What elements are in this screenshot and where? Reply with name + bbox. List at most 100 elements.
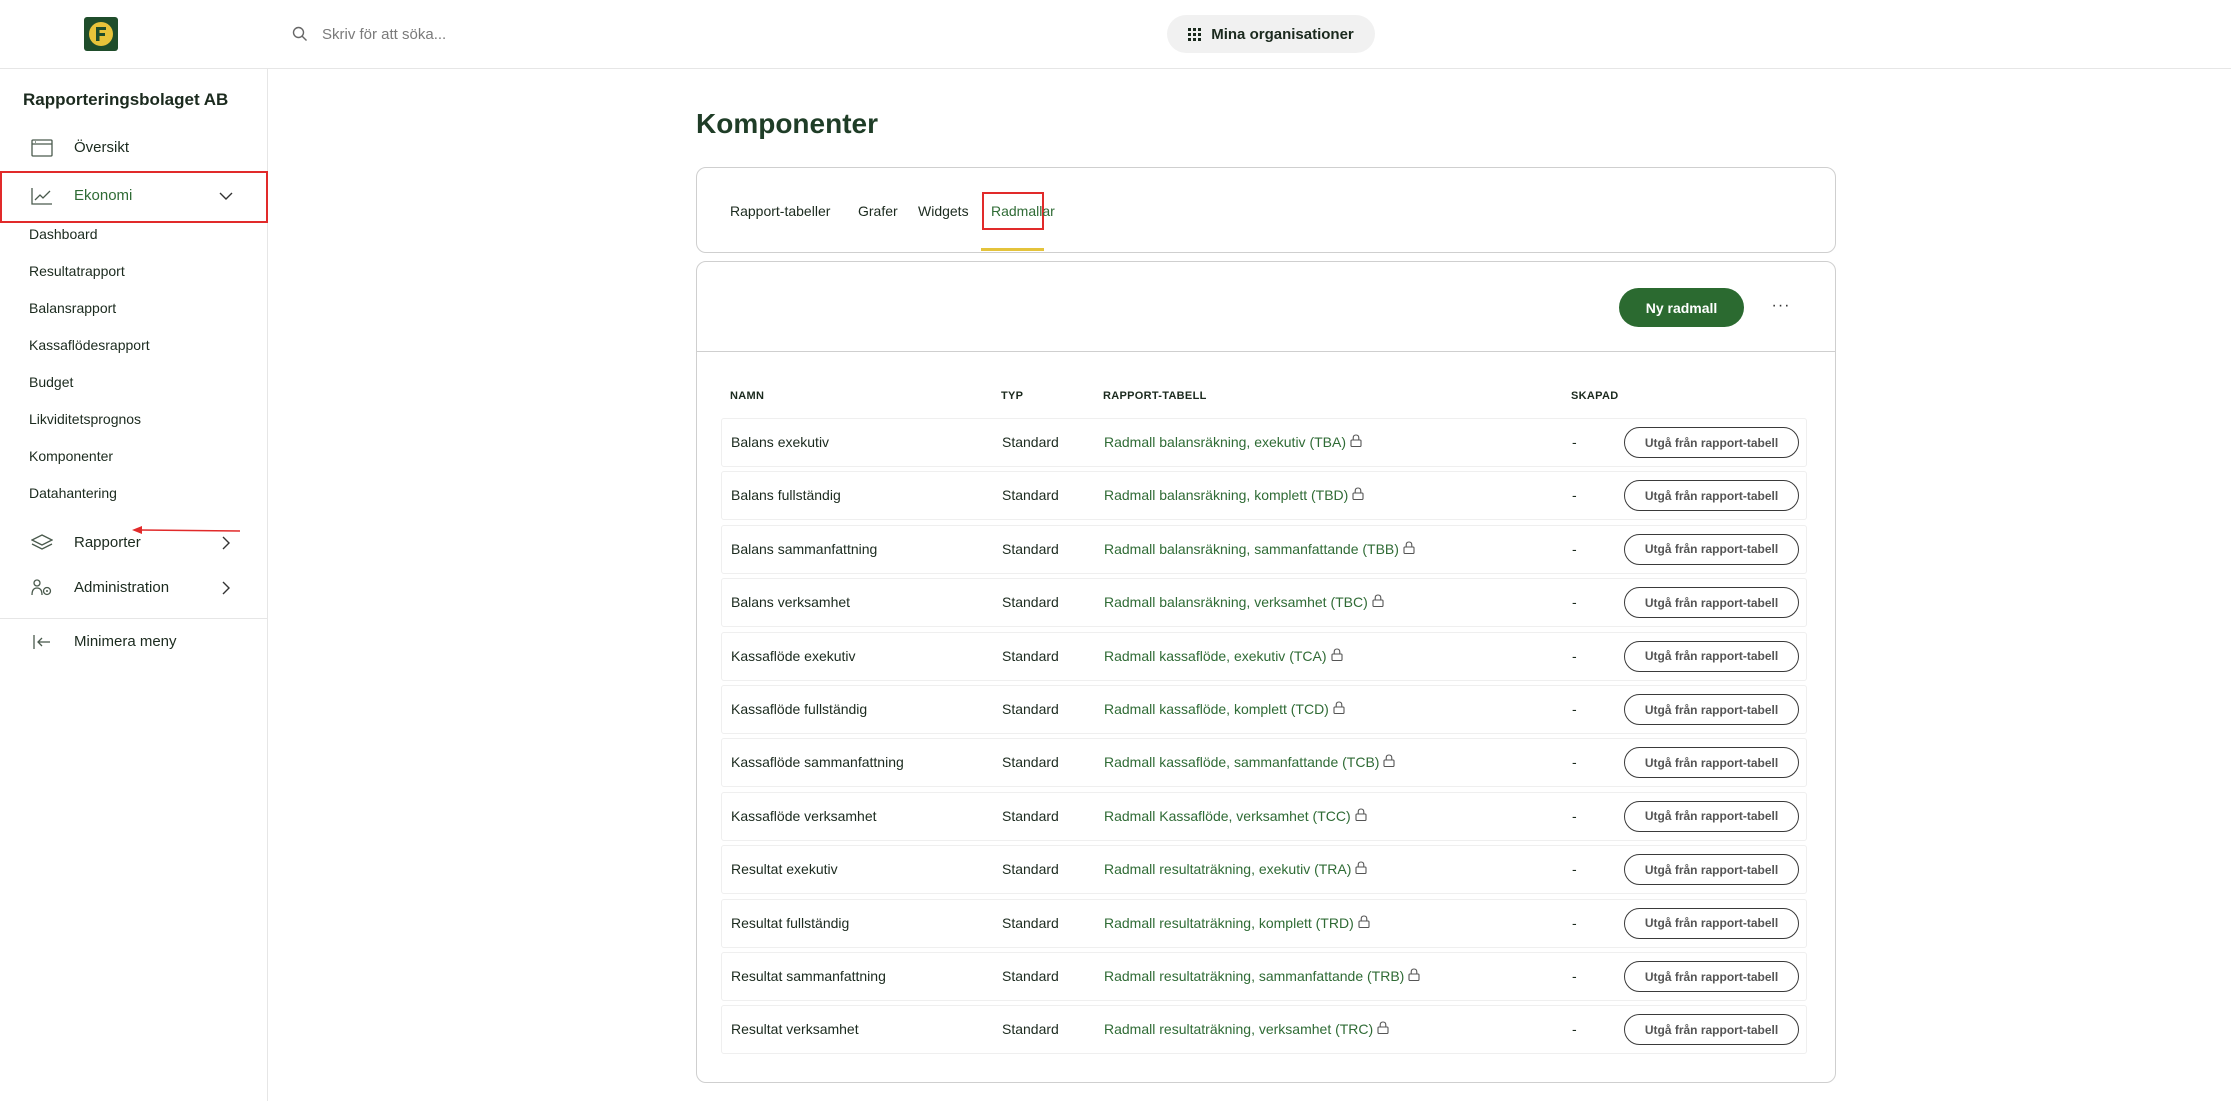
table-row[interactable]: Resultat sammanfattning Standard Radmall r…	[721, 952, 1807, 1001]
use-report-table-button[interactable]: Utgå från rapport-tabell	[1624, 480, 1799, 512]
use-report-table-button[interactable]: Utgå från rapport-tabell	[1624, 907, 1799, 939]
tab-widgets[interactable]: Widgets	[918, 203, 969, 219]
row-name: Resultat exekutiv	[731, 861, 838, 878]
search-bar[interactable]: Skriv för att söka...	[292, 20, 446, 48]
row-report-table-link[interactable]: Radmall Kassaflöde, verksamhet (TCC)	[1104, 808, 1367, 824]
sidebar-subitem-komponenter[interactable]: Komponenter	[29, 448, 113, 464]
sidebar-item-ekonomi[interactable]: Ekonomi	[0, 176, 268, 216]
row-created: -	[1572, 540, 1577, 557]
row-type: Standard	[1002, 487, 1059, 504]
table-row[interactable]: Balans fullständig Standard Radmall balans…	[721, 471, 1807, 521]
active-tab-indicator	[981, 248, 1044, 251]
lock-icon	[1403, 541, 1415, 557]
new-row-template-button[interactable]: Ny radmall	[1619, 288, 1744, 327]
row-type: Standard	[1002, 540, 1059, 557]
row-type: Standard	[1002, 754, 1059, 771]
lock-icon	[1330, 648, 1343, 664]
sidebar-item-oversikt[interactable]: Översikt	[0, 128, 268, 168]
row-report-table-link[interactable]: Radmall balansräkning, verksamhet (TBC)	[1104, 594, 1384, 610]
use-report-table-button[interactable]: Utgå från rapport-tabell	[1624, 800, 1799, 832]
use-report-table-button[interactable]: Utgå från rapport-tabell	[1624, 747, 1799, 779]
table-row[interactable]: Kassaflöde verksamhet Standard Radmall Kas…	[721, 791, 1807, 841]
table-row[interactable]: Kassaflöde fullständig Standard Radmall ka…	[721, 685, 1807, 734]
row-report-table-link[interactable]: Radmall kassaflöde, sammanfattande (TCB)	[1104, 754, 1396, 770]
row-type: Standard	[1002, 914, 1059, 931]
sidebar-subitem-budget[interactable]: Budget	[29, 374, 73, 390]
row-report-table-link[interactable]: Radmall balansräkning, exekutiv (TBA)	[1104, 434, 1362, 450]
row-created: -	[1572, 1021, 1577, 1038]
row-report-table-link[interactable]: Radmall resultaträkning, exekutiv (TRA)	[1104, 861, 1367, 877]
sidebar-subitem-resultatrapport[interactable]: Resultatrapport	[29, 263, 125, 279]
chevron-down-icon	[219, 192, 233, 200]
row-created: -	[1572, 861, 1577, 878]
tabs-card: Rapport-tabeller Grafer Widgets Radmalla…	[696, 167, 1836, 253]
use-report-table-button[interactable]: Utgå från rapport-tabell	[1624, 961, 1799, 992]
table-row[interactable]: Resultat verksamhet Standard Radmall resul…	[721, 1005, 1807, 1055]
row-type: Standard	[1002, 434, 1059, 450]
row-report-table-link[interactable]: Radmall balansräkning, sammanfattande (T…	[1104, 541, 1415, 557]
row-type: Standard	[1002, 594, 1059, 611]
tab-radmallar[interactable]: Radmallar	[991, 203, 1055, 219]
table-row[interactable]: Resultat exekutiv Standard Radmall resulta…	[721, 845, 1807, 895]
window-icon	[31, 139, 53, 157]
lock-icon	[1377, 1021, 1389, 1037]
chevron-right-icon	[222, 581, 230, 595]
app-logo[interactable]	[84, 17, 118, 51]
more-options-button[interactable]: ···	[1770, 295, 1792, 317]
table-row[interactable]: Kassaflöde exekutiv Standard Radmall kassa…	[721, 631, 1807, 681]
column-header-typ: TYP	[1001, 390, 1024, 402]
my-organizations-label: Mina organisationer	[1211, 25, 1354, 43]
row-created: -	[1572, 754, 1577, 771]
use-report-table-button[interactable]: Utgå från rapport-tabell	[1624, 1014, 1799, 1046]
search-input[interactable]: Skriv för att söka...	[322, 26, 446, 43]
row-report-table-label: Radmall resultaträkning, exekutiv (TRA)	[1104, 861, 1352, 878]
row-report-table-label: Radmall balansräkning, verksamhet (TBC)	[1104, 594, 1368, 611]
minimize-menu-button[interactable]: Minimera meny	[0, 622, 268, 662]
row-report-table-link[interactable]: Radmall balansräkning, komplett (TBD)	[1104, 487, 1364, 503]
row-report-table-link[interactable]: Radmall resultaträkning, komplett (TRD)	[1104, 915, 1370, 931]
collapse-left-icon	[33, 635, 50, 649]
row-report-table-label: Radmall resultaträkning, sammanfattande …	[1104, 968, 1405, 984]
line-chart-icon	[31, 188, 52, 205]
lock-icon	[1355, 808, 1367, 824]
table-row[interactable]: Balans exekutiv Standard Radmall balansräk…	[721, 418, 1807, 467]
row-report-table-link[interactable]: Radmall kassaflöde, exekutiv (TCA)	[1104, 648, 1343, 664]
use-report-table-button[interactable]: Utgå från rapport-tabell	[1624, 854, 1799, 886]
sidebar-item-label: Ekonomi	[74, 187, 133, 204]
row-created: -	[1572, 647, 1577, 664]
sidebar-subitem-likviditetsprognos[interactable]: Likviditetsprognos	[29, 411, 141, 427]
logo-emblem	[89, 22, 113, 46]
row-report-table-link[interactable]: Radmall resultaträkning, verksamhet (TRC…	[1104, 1021, 1389, 1037]
row-name: Kassaflöde fullständig	[731, 701, 868, 717]
sidebar-item-administration[interactable]: Administration	[0, 568, 268, 608]
use-report-table-button[interactable]: Utgå från rapport-tabell	[1624, 640, 1799, 672]
use-report-table-button[interactable]: Utgå från rapport-tabell	[1624, 427, 1799, 458]
my-organizations-button[interactable]: Mina organisationer	[1167, 15, 1375, 53]
row-name: Balans verksamhet	[731, 594, 851, 611]
row-report-table-label: Radmall kassaflöde, exekutiv (TCA)	[1104, 647, 1327, 664]
row-name: Balans fullständig	[731, 487, 841, 504]
lock-icon	[1350, 434, 1362, 450]
use-report-table-button[interactable]: Utgå från rapport-tabell	[1624, 694, 1799, 725]
row-report-table-label: Radmall kassaflöde, komplett (TCD)	[1104, 701, 1329, 717]
sidebar-subitem-balansrapport[interactable]: Balansrapport	[29, 300, 116, 316]
use-report-table-button[interactable]: Utgå från rapport-tabell	[1624, 587, 1799, 619]
row-created: -	[1572, 434, 1577, 450]
row-report-table-link[interactable]: Radmall kassaflöde, komplett (TCD)	[1104, 701, 1345, 717]
row-name: Kassaflöde verksamhet	[731, 807, 877, 824]
table-row[interactable]: Balans verksamhet Standard Radmall balansr…	[721, 578, 1807, 628]
sidebar-subitem-dashboard[interactable]: Dashboard	[29, 226, 98, 242]
sidebar-subitem-datahantering[interactable]: Datahantering	[29, 485, 117, 501]
use-report-table-button[interactable]: Utgå från rapport-tabell	[1624, 533, 1799, 565]
sidebar-subitem-kassaflodesrapport[interactable]: Kassaflödesrapport	[29, 337, 150, 353]
lock-icon	[1358, 915, 1370, 931]
tab-rapport-tabeller[interactable]: Rapport-tabeller	[730, 203, 830, 219]
table-row[interactable]: Balans sammanfattning Standard Radmall bal…	[721, 524, 1807, 574]
tab-grafer[interactable]: Grafer	[858, 203, 898, 219]
table-row[interactable]: Resultat fullständig Standard Radmall resu…	[721, 898, 1807, 948]
row-report-table-link[interactable]: Radmall resultaträkning, sammanfattande …	[1104, 968, 1420, 984]
layers-icon	[31, 534, 53, 550]
sidebar-item-rapporter[interactable]: Rapporter	[0, 523, 268, 563]
company-name: Rapporteringsbolaget AB	[23, 90, 229, 109]
table-row[interactable]: Kassaflöde sammanfattning Standard Radmall…	[721, 738, 1807, 788]
